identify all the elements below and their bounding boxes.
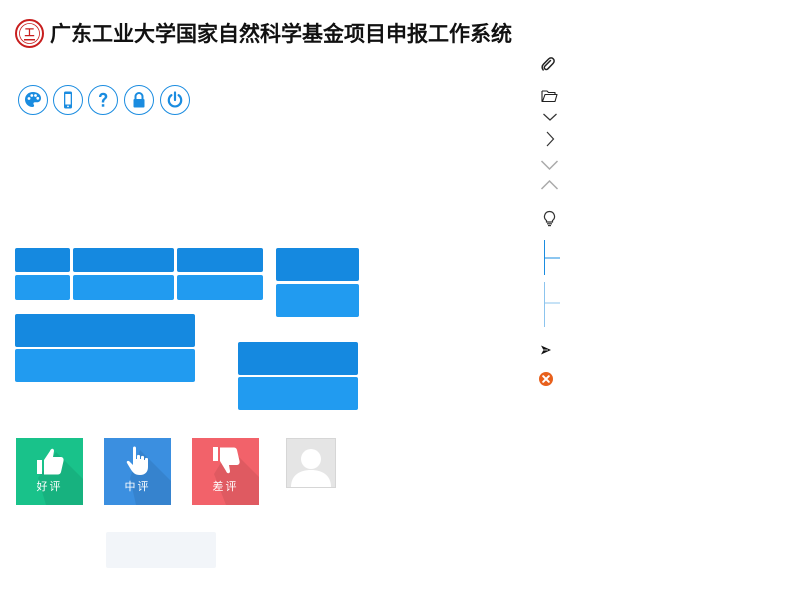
folder-open-icon[interactable] — [541, 89, 558, 103]
chevron-right-icon[interactable] — [544, 130, 556, 148]
lightbulb-icon — [543, 210, 556, 227]
tile-b3[interactable] — [177, 275, 263, 300]
power-icon — [167, 91, 183, 108]
university-seal-icon: 工 — [15, 19, 44, 48]
avatar — [286, 438, 336, 488]
tile-b2[interactable] — [73, 275, 174, 300]
tile-d1[interactable] — [15, 314, 195, 347]
tile-a1[interactable] — [15, 248, 70, 272]
close-circle-icon[interactable] — [538, 371, 554, 387]
tile-a2[interactable] — [73, 248, 174, 272]
tile-e1[interactable] — [238, 342, 358, 375]
logout-button[interactable] — [160, 85, 190, 115]
lock-icon — [133, 92, 145, 108]
tile-c1[interactable] — [276, 248, 359, 281]
tile-e2[interactable] — [238, 377, 358, 410]
paperclip-icon[interactable] — [540, 56, 556, 72]
rating-bad-label: 差评 — [212, 480, 239, 493]
blank-panel — [106, 532, 216, 568]
send-icon[interactable] — [540, 344, 552, 356]
palette-icon — [25, 92, 41, 107]
theme-button[interactable] — [18, 85, 48, 115]
svg-text:工: 工 — [25, 28, 35, 39]
mobile-button[interactable] — [53, 85, 83, 115]
thumbs-down-icon — [213, 447, 240, 474]
hand-pointer-icon — [126, 446, 148, 475]
mobile-phone-icon — [64, 91, 72, 109]
rating-neutral-label: 中评 — [124, 480, 151, 493]
rating-good-label: 好评 — [36, 480, 63, 493]
user-silhouette-icon — [291, 449, 331, 487]
chevron-down-icon[interactable] — [540, 159, 559, 171]
tree-branch-icon — [544, 240, 560, 327]
chevron-up-icon[interactable] — [540, 179, 559, 191]
tile-d2[interactable] — [15, 349, 195, 382]
tile-a3[interactable] — [177, 248, 263, 272]
tile-c2[interactable] — [276, 284, 359, 317]
chevron-down-icon[interactable] — [542, 112, 558, 122]
rating-bad-button[interactable]: 差评 — [192, 438, 259, 505]
rating-neutral-button[interactable]: 中评 — [104, 438, 171, 505]
thumbs-up-icon — [37, 448, 64, 475]
help-icon — [99, 92, 108, 107]
page-title: 广东工业大学国家自然科学基金项目申报工作系统 — [50, 22, 512, 46]
lock-button[interactable] — [124, 85, 154, 115]
tile-b1[interactable] — [15, 275, 70, 300]
help-button[interactable] — [88, 85, 118, 115]
rating-good-button[interactable]: 好评 — [16, 438, 83, 505]
